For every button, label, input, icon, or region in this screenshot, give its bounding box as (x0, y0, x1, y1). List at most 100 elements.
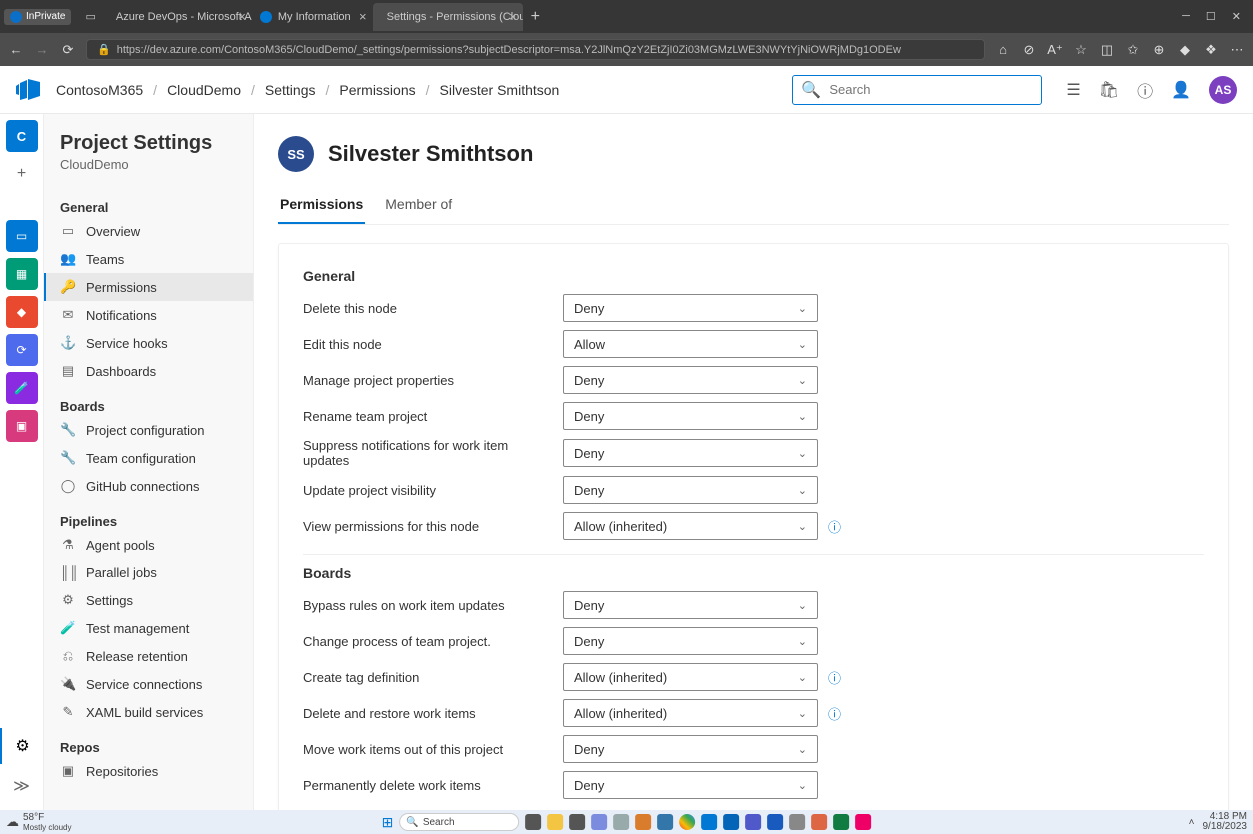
breadcrumb-item[interactable]: Settings (265, 82, 316, 98)
read-aloud-icon[interactable]: A⁺ (1047, 42, 1063, 58)
breadcrumb-item[interactable]: Permissions (339, 82, 415, 98)
edge-icon[interactable] (657, 814, 673, 830)
minimize-icon[interactable]: ─ (1182, 10, 1190, 23)
permission-select[interactable]: Deny⌄ (563, 735, 818, 763)
sidebar-item-test-mgmt[interactable]: 🧪Test management (44, 614, 253, 642)
sidebar-item-permissions[interactable]: 🔑Permissions (44, 273, 253, 301)
close-window-icon[interactable]: ✕ (1232, 10, 1241, 23)
word-icon[interactable] (767, 814, 783, 830)
explorer-icon[interactable] (547, 814, 563, 830)
help-icon[interactable]: ⓘ (1137, 78, 1153, 102)
sidebar-item-release-retention[interactable]: ⎌Release retention (44, 642, 253, 670)
snip-icon[interactable] (855, 814, 871, 830)
close-icon[interactable]: × (359, 9, 367, 24)
search-input[interactable] (829, 82, 1033, 97)
app-icon[interactable] (613, 814, 629, 830)
url-field[interactable]: 🔒https://dev.azure.com/ContosoM365/Cloud… (86, 39, 985, 60)
permission-select[interactable]: Deny⌄ (563, 771, 818, 799)
search-box[interactable]: 🔍 (792, 75, 1042, 105)
store-icon[interactable] (701, 814, 717, 830)
task-view-icon[interactable] (525, 814, 541, 830)
more-icon[interactable]: ⋯ (1229, 42, 1245, 58)
new-tab-button[interactable]: + (523, 8, 548, 26)
app-icon[interactable] (811, 814, 827, 830)
permission-select[interactable]: Allow⌄ (563, 330, 818, 358)
sidebar-item-notifications[interactable]: ✉Notifications (44, 301, 253, 329)
permission-select[interactable]: Deny⌄ (563, 439, 818, 467)
sidebar-item-xaml[interactable]: ✎XAML build services (44, 698, 253, 726)
copilot-icon[interactable]: ❖ (1203, 42, 1219, 58)
outlook-icon[interactable] (723, 814, 739, 830)
maximize-icon[interactable]: ☐ (1206, 10, 1216, 23)
overview-icon[interactable]: ▭ (6, 220, 38, 252)
test-plans-icon[interactable]: 🧪 (6, 372, 38, 404)
sidebar-item-service-hooks[interactable]: ⚓Service hooks (44, 329, 253, 357)
tab-actions-icon[interactable]: ▭ (79, 10, 101, 23)
user-settings-icon[interactable]: 👤 (1171, 80, 1191, 100)
permission-select[interactable]: Deny⌄ (563, 591, 818, 619)
add-icon[interactable]: + (6, 158, 38, 190)
app-icon[interactable] (569, 814, 585, 830)
permission-select[interactable]: Allow (inherited)⌄ (563, 699, 818, 727)
favorites-icon[interactable]: ✩ (1125, 42, 1141, 58)
boards-icon[interactable]: ▦ (6, 258, 38, 290)
artifacts-icon[interactable]: ▣ (6, 410, 38, 442)
close-icon[interactable]: × (238, 9, 246, 24)
sidebar-item-repositories[interactable]: ▣Repositories (44, 757, 253, 785)
project-settings-icon[interactable]: ⚙ (0, 728, 44, 764)
sidebar-item-service-conn[interactable]: 🔌Service connections (44, 670, 253, 698)
info-icon[interactable]: ⓘ (828, 517, 844, 536)
forward-icon[interactable]: → (34, 42, 50, 57)
sidebar-item-agent-pools[interactable]: ⚗Agent pools (44, 531, 253, 559)
sidebar-item-overview[interactable]: ▭Overview (44, 217, 253, 245)
refresh-icon[interactable]: ⟳ (60, 42, 76, 58)
tab-permissions[interactable]: Permissions (278, 188, 365, 224)
permission-select[interactable]: Deny⌄ (563, 476, 818, 504)
pipelines-icon[interactable]: ⟳ (6, 334, 38, 366)
tasks-icon[interactable]: ☰ (1066, 80, 1080, 100)
split-icon[interactable]: ◫ (1099, 42, 1115, 58)
avatar[interactable]: AS (1209, 76, 1237, 104)
star-icon[interactable]: ☆ (1073, 42, 1089, 58)
permission-select[interactable]: Deny⌄ (563, 402, 818, 430)
close-icon[interactable]: × (509, 9, 517, 24)
sidebar-item-team-config[interactable]: 🔧Team configuration (44, 444, 253, 472)
taskbar-search[interactable]: 🔍Search (399, 813, 519, 831)
breadcrumb-item[interactable]: ContosoM365 (56, 82, 143, 98)
back-icon[interactable]: ← (8, 42, 24, 57)
expand-rail-icon[interactable]: ≫ (6, 770, 38, 802)
browser-tab[interactable]: Azure DevOps - Microsoft Azure× (102, 3, 252, 31)
tab-member-of[interactable]: Member of (383, 188, 454, 224)
collections-icon[interactable]: ⊕ (1151, 42, 1167, 58)
sidebar-item-parallel-jobs[interactable]: ║║Parallel jobs (44, 559, 253, 586)
sidebar-item-project-config[interactable]: 🔧Project configuration (44, 416, 253, 444)
info-icon[interactable]: ⓘ (828, 704, 844, 723)
breadcrumb-item[interactable]: CloudDemo (167, 82, 241, 98)
extension-icon[interactable]: ◆ (1177, 42, 1193, 58)
start-icon[interactable]: ⊞ (382, 814, 394, 831)
permission-select[interactable]: Deny⌄ (563, 294, 818, 322)
permission-select[interactable]: Deny⌄ (563, 627, 818, 655)
permission-select[interactable]: Allow (inherited)⌄ (563, 512, 818, 540)
repos-icon[interactable]: ◆ (6, 296, 38, 328)
azure-devops-logo[interactable] (16, 78, 40, 102)
sidebar-item-settings[interactable]: ⚙Settings (44, 586, 253, 614)
browser-tab[interactable]: Settings - Permissions (CloudDe...× (373, 3, 523, 31)
chat-icon[interactable] (591, 814, 607, 830)
browser-tab[interactable]: My Information× (252, 3, 373, 31)
permission-select[interactable]: Allow (inherited)⌄ (563, 663, 818, 691)
permission-select[interactable]: Deny⌄ (563, 366, 818, 394)
info-icon[interactable]: ⓘ (828, 668, 844, 687)
shopping-icon[interactable]: ⌂ (995, 42, 1011, 57)
project-icon[interactable]: C (6, 120, 38, 152)
excel-icon[interactable] (833, 814, 849, 830)
app-icon[interactable] (789, 814, 805, 830)
sidebar-item-dashboards[interactable]: ▤Dashboards (44, 357, 253, 385)
tray-chevron-icon[interactable]: ˄ (1189, 817, 1195, 828)
sidebar-item-teams[interactable]: 👥Teams (44, 245, 253, 273)
weather-widget[interactable]: ☁ 58°FMostly cloudy (6, 812, 71, 832)
marketplace-icon[interactable]: 🛍 (1099, 80, 1119, 100)
app-icon[interactable] (635, 814, 651, 830)
chrome-icon[interactable] (679, 814, 695, 830)
sync-icon[interactable]: ⊘ (1021, 42, 1037, 58)
